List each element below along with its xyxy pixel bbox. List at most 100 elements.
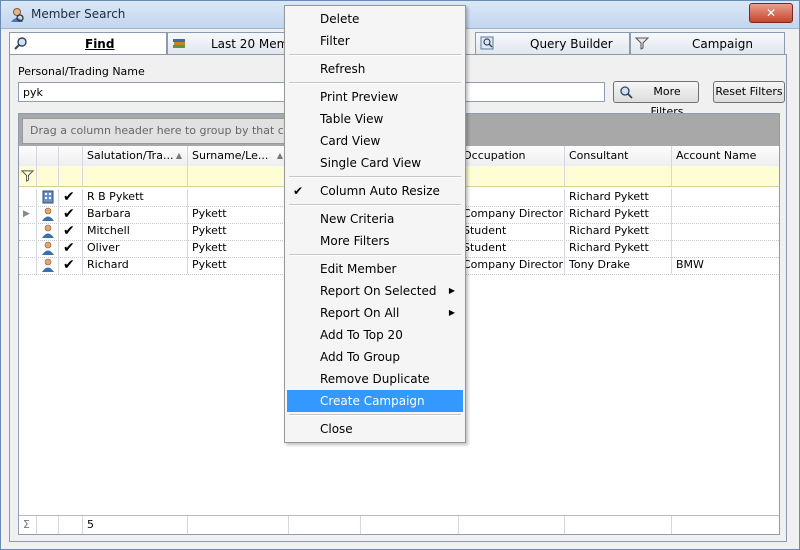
close-window-button[interactable]: ✕ bbox=[749, 3, 793, 23]
menu-item-label: Add To Top 20 bbox=[320, 328, 403, 342]
surname-cell: Pykett bbox=[188, 223, 289, 240]
filter-funnel-icon bbox=[21, 170, 34, 182]
filter-cell[interactable] bbox=[459, 166, 565, 186]
menu-item-card-view[interactable]: Card View bbox=[287, 130, 463, 152]
column-header-account-name[interactable]: Account Name bbox=[672, 146, 779, 166]
menu-item-close[interactable]: Close bbox=[287, 418, 463, 440]
filter-cell[interactable] bbox=[672, 166, 779, 186]
consultant-cell: Richard Pykett bbox=[565, 240, 672, 257]
sort-ascending-icon: ▲ bbox=[175, 151, 182, 160]
surname-cell: Pykett bbox=[188, 206, 289, 223]
search-icon bbox=[14, 37, 27, 50]
menu-item-label: Filter bbox=[320, 34, 350, 48]
surname-cell: Pykett bbox=[188, 257, 289, 274]
menu-item-add-to-group[interactable]: Add To Group bbox=[287, 346, 463, 368]
active-check-icon: ✔ bbox=[59, 223, 83, 240]
menu-separator bbox=[289, 204, 461, 206]
active-check-icon: ✔ bbox=[59, 206, 83, 223]
menu-item-filter[interactable]: Filter bbox=[287, 30, 463, 52]
tab-last-20-members[interactable]: Last 20 Membe bbox=[167, 32, 303, 54]
menu-item-edit-member[interactable]: Edit Member bbox=[287, 258, 463, 280]
active-check-icon: ✔ bbox=[59, 257, 83, 274]
footer-cell bbox=[361, 516, 459, 534]
filter-cell[interactable] bbox=[59, 166, 83, 186]
menu-item-refresh[interactable]: Refresh bbox=[287, 58, 463, 80]
record-count: 5 bbox=[83, 516, 188, 534]
tab-find[interactable]: Find bbox=[9, 32, 167, 55]
filter-cell[interactable] bbox=[565, 166, 672, 186]
tab-query-builder[interactable]: Query Builder bbox=[475, 32, 630, 54]
column-header-label: Salutation/Tra... bbox=[87, 149, 174, 162]
menu-item-remove-duplicate[interactable]: Remove Duplicate bbox=[287, 368, 463, 390]
active-check-icon: ✔ bbox=[59, 240, 83, 257]
tab-label: Find bbox=[85, 37, 115, 51]
filter-funnel-icon bbox=[635, 37, 649, 50]
account-name-cell bbox=[672, 189, 779, 206]
active-check-icon: ✔ bbox=[59, 189, 83, 206]
menu-item-more-filters[interactable]: More Filters bbox=[287, 230, 463, 252]
menu-item-table-view[interactable]: Table View bbox=[287, 108, 463, 130]
account-name-cell bbox=[672, 223, 779, 240]
menu-item-label: Table View bbox=[320, 112, 384, 126]
account-name-cell: BMW bbox=[672, 257, 779, 274]
filter-cell[interactable] bbox=[83, 166, 188, 186]
menu-item-label: Add To Group bbox=[320, 350, 401, 364]
row-indicator[interactable] bbox=[19, 240, 37, 257]
menu-item-single-card-view[interactable]: Single Card View bbox=[287, 152, 463, 174]
person-icon bbox=[42, 241, 54, 255]
menu-item-delete[interactable]: Delete bbox=[287, 8, 463, 30]
menu-item-add-to-top-20[interactable]: Add To Top 20 bbox=[287, 324, 463, 346]
menu-item-print-preview[interactable]: Print Preview bbox=[287, 86, 463, 108]
column-header-salutation[interactable]: Salutation/Tra... ▲ bbox=[83, 146, 188, 166]
member-type-cell bbox=[37, 257, 59, 274]
menu-item-label: Refresh bbox=[320, 62, 366, 76]
menu-item-label: Single Card View bbox=[320, 156, 422, 170]
row-indicator[interactable] bbox=[19, 257, 37, 274]
menu-separator bbox=[289, 414, 461, 416]
menu-item-create-campaign[interactable]: Create Campaign bbox=[287, 390, 463, 412]
menu-item-label: Print Preview bbox=[320, 90, 399, 104]
menu-item-label: Edit Member bbox=[320, 262, 397, 276]
type-column-header[interactable] bbox=[37, 146, 59, 166]
menu-item-label: More Filters bbox=[320, 234, 390, 248]
menu-item-new-criteria[interactable]: New Criteria bbox=[287, 208, 463, 230]
member-type-cell bbox=[37, 206, 59, 223]
filter-cell[interactable] bbox=[37, 166, 59, 186]
salutation-cell: R B Pykett bbox=[83, 189, 188, 206]
menu-item-label: Create Campaign bbox=[320, 394, 425, 408]
consultant-cell: Richard Pykett bbox=[565, 223, 672, 240]
footer-cell bbox=[565, 516, 672, 534]
menu-item-label: Report On All bbox=[320, 306, 400, 320]
footer-cell bbox=[459, 516, 565, 534]
occupation-cell: Student bbox=[459, 240, 565, 257]
menu-item-label: Close bbox=[320, 422, 353, 436]
occupation-cell: Student bbox=[459, 223, 565, 240]
menu-item-label: Delete bbox=[320, 12, 360, 26]
member-search-icon bbox=[11, 8, 24, 22]
column-header-surname[interactable]: Surname/Le... ▲ bbox=[188, 146, 289, 166]
menu-item-label: Report On Selected bbox=[320, 284, 437, 298]
menu-item-report-on-all[interactable]: Report On All ▶ bbox=[287, 302, 463, 324]
filter-row-indicator bbox=[19, 166, 37, 186]
status-column-header[interactable] bbox=[59, 146, 83, 166]
filter-cell[interactable] bbox=[188, 166, 289, 186]
column-header-consultant[interactable]: Consultant bbox=[565, 146, 672, 166]
grid-summary-footer: Σ 5 bbox=[19, 515, 779, 534]
tab-label: Campaign bbox=[692, 37, 753, 51]
row-indicator-arrow-icon[interactable]: ▶ bbox=[19, 206, 37, 223]
books-icon bbox=[173, 39, 185, 48]
menu-item-label: Card View bbox=[320, 134, 381, 148]
salutation-cell: Barbara bbox=[83, 206, 188, 223]
menu-item-column-auto-resize[interactable]: ✔ Column Auto Resize bbox=[287, 180, 463, 202]
consultant-cell: Tony Drake bbox=[565, 257, 672, 274]
person-icon bbox=[42, 224, 54, 238]
more-filters-button[interactable]: More Filters bbox=[613, 81, 699, 118]
reset-filters-button[interactable]: Reset Filters bbox=[713, 81, 785, 103]
salutation-cell: Mitchell bbox=[83, 223, 188, 240]
menu-item-label: Remove Duplicate bbox=[320, 372, 430, 386]
column-header-occupation[interactable]: Occupation bbox=[459, 146, 565, 166]
row-indicator[interactable] bbox=[19, 189, 37, 206]
row-indicator[interactable] bbox=[19, 223, 37, 240]
menu-item-report-on-selected[interactable]: Report On Selected ▶ bbox=[287, 280, 463, 302]
tab-campaign[interactable]: Campaign bbox=[630, 32, 785, 54]
